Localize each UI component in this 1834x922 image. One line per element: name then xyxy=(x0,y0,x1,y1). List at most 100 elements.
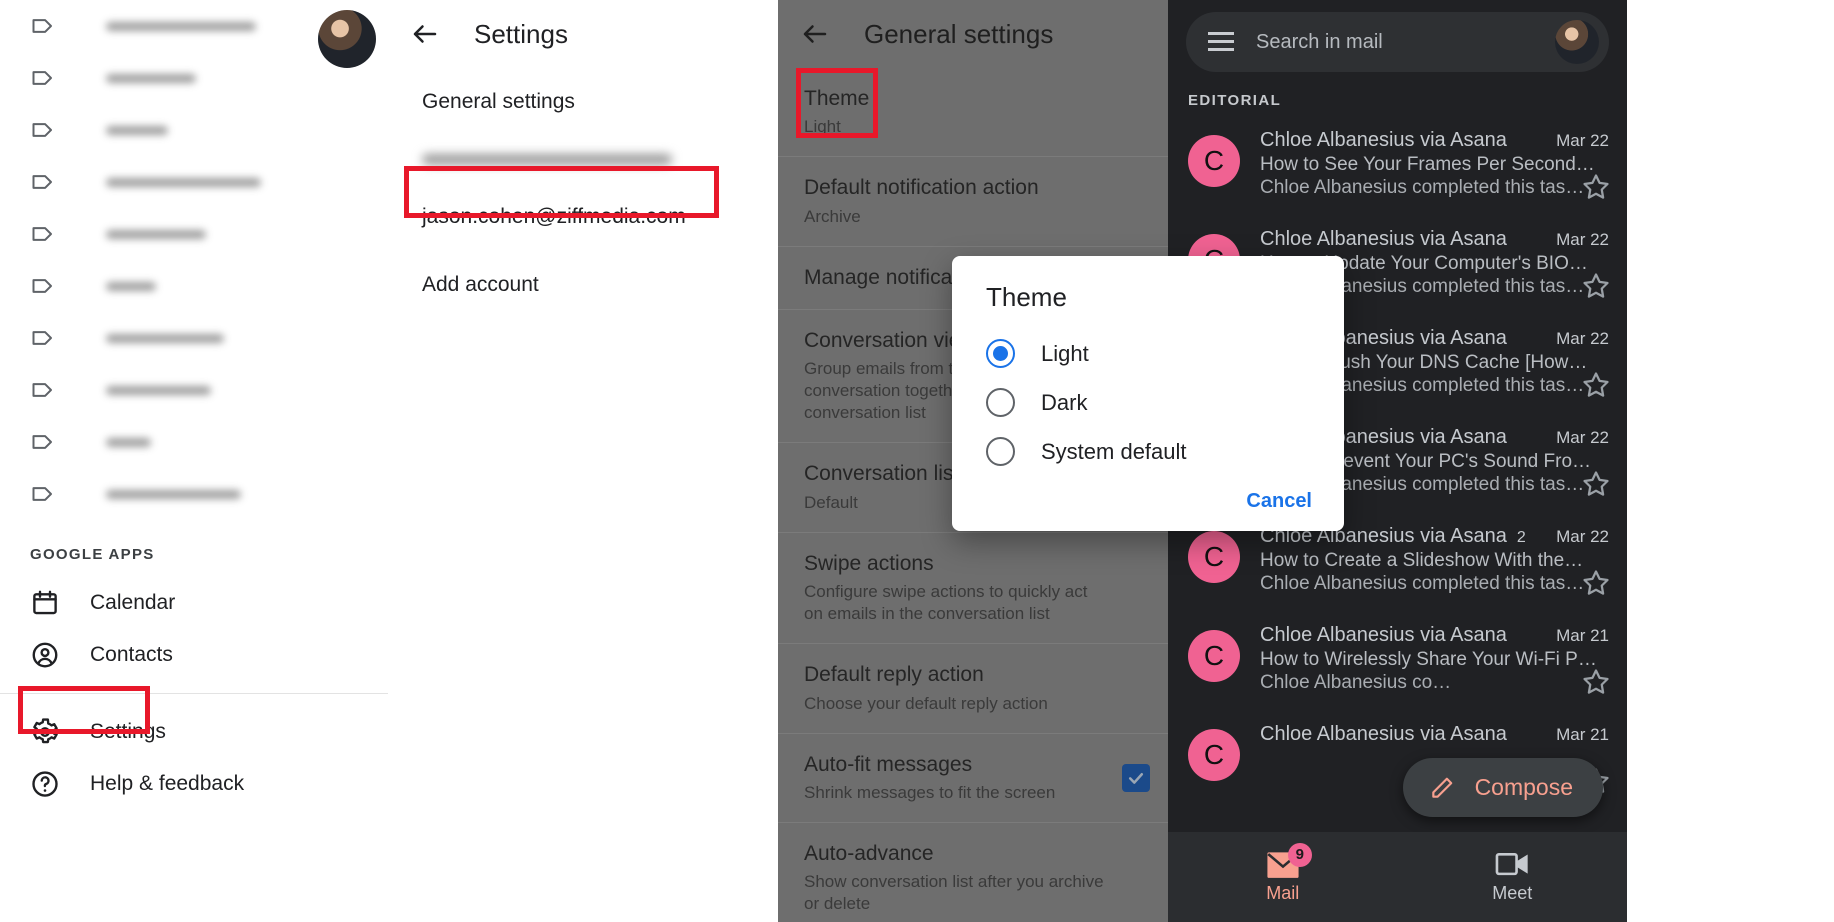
settings-highlight-box xyxy=(18,686,150,734)
general-settings-row-subtitle: Configure swipe actions to quickly act o… xyxy=(804,582,1088,624)
label-tag-icon xyxy=(30,480,58,508)
drawer-label-text-blurred xyxy=(106,73,196,83)
avatar[interactable]: C xyxy=(1188,531,1240,583)
label-tag-icon xyxy=(30,324,58,352)
radio-button[interactable] xyxy=(986,388,1015,417)
star-icon[interactable] xyxy=(1581,172,1611,202)
drawer-section-header-google-apps: GOOGLE APPS xyxy=(30,546,155,563)
settings-item-general[interactable]: General settings xyxy=(388,68,778,136)
drawer-label-text-blurred xyxy=(106,489,241,499)
compose-button[interactable]: Compose xyxy=(1402,758,1603,817)
search-bar[interactable]: Search in mail xyxy=(1186,12,1609,72)
general-settings-row[interactable]: Auto-advance Show conversation list after… xyxy=(778,823,1168,922)
avatar[interactable] xyxy=(318,10,376,68)
general-settings-row-title: Default reply action xyxy=(804,663,984,687)
mail-date: Mar 22 xyxy=(1556,230,1609,249)
mail-date: Mar 21 xyxy=(1556,725,1609,744)
general-settings-row-subtitle: Shrink messages to fit the screen xyxy=(804,782,1056,802)
settings-panel: Settings General settings jason.cohen@zi… xyxy=(388,0,778,922)
general-settings-appbar: General settings xyxy=(778,0,1168,68)
bottom-nav-item-mail[interactable]: 9 Mail xyxy=(1168,832,1398,922)
drawer-item-calendar-label: Calendar xyxy=(90,591,176,614)
theme-option-dark[interactable]: Dark xyxy=(952,378,1344,427)
mail-thread-count: 2 xyxy=(1516,529,1526,546)
back-arrow-icon[interactable] xyxy=(800,19,830,49)
theme-dialog-title: Theme xyxy=(986,282,1067,312)
drawer-label-item[interactable] xyxy=(0,416,388,468)
drawer-label-item[interactable] xyxy=(0,104,388,156)
bottom-nav-mail-label: Mail xyxy=(1266,882,1300,903)
general-settings-row-title: Default notification action xyxy=(804,176,1039,200)
general-settings-row[interactable]: Default reply action Choose your default … xyxy=(778,644,1168,734)
mail-snippet: Chloe Albanesius completed this tas… xyxy=(1260,177,1585,198)
mail-sender: Chloe Albanesius via Asana xyxy=(1260,624,1507,646)
general-settings-title: General settings xyxy=(864,18,1054,49)
hamburger-icon[interactable] xyxy=(1208,32,1234,52)
checkbox[interactable] xyxy=(1122,763,1150,792)
mail-list-item[interactable]: C Chloe Albanesius via Asana Mar 22 How … xyxy=(1168,117,1627,216)
settings-title: Settings xyxy=(474,18,568,49)
drawer-label-item[interactable] xyxy=(0,260,388,312)
star-icon[interactable] xyxy=(1581,370,1611,400)
general-settings-row[interactable]: Swipe actions Configure swipe actions to … xyxy=(778,533,1168,645)
theme-dialog: Theme Light Dark System default Cancel xyxy=(952,256,1344,531)
star-icon[interactable] xyxy=(1581,568,1611,598)
general-settings-row[interactable]: Default notification action Archive xyxy=(778,157,1168,247)
star-icon[interactable] xyxy=(1581,469,1611,499)
compose-label: Compose xyxy=(1474,774,1573,800)
avatar[interactable]: C xyxy=(1188,135,1240,187)
mail-list-item[interactable]: C Chloe Albanesius via Asana Mar 21 How … xyxy=(1168,612,1627,711)
general-settings-row-subtitle: Archive xyxy=(804,206,861,226)
drawer-label-item[interactable] xyxy=(0,156,388,208)
radio-button[interactable] xyxy=(986,437,1015,466)
avatar[interactable] xyxy=(1555,20,1599,64)
radio-button[interactable] xyxy=(986,339,1015,368)
account-email-highlight-box xyxy=(404,166,719,218)
mail-snippet: Chloe Albanesius co… xyxy=(1260,672,1452,693)
back-arrow-icon[interactable] xyxy=(410,19,440,49)
drawer-label-text-blurred xyxy=(106,281,156,291)
drawer-label-text-blurred xyxy=(106,229,206,239)
settings-item-add-account[interactable]: Add account xyxy=(388,251,778,319)
search-input[interactable]: Search in mail xyxy=(1256,31,1533,54)
drawer-item-help-feedback[interactable]: Help & feedback xyxy=(0,758,388,810)
theme-dialog-cancel-button[interactable]: Cancel xyxy=(952,476,1344,513)
pencil-icon xyxy=(1429,775,1455,801)
drawer-label-item[interactable] xyxy=(0,468,388,520)
bottom-nav-meet-label: Meet xyxy=(1492,882,1533,903)
theme-highlight-box xyxy=(796,68,878,138)
mail-subject: How to See Your Frames Per Second… xyxy=(1260,154,1595,175)
theme-option-label: Dark xyxy=(1041,389,1088,415)
drawer-item-contacts-label: Contacts xyxy=(90,643,173,666)
drawer-item-calendar[interactable]: Calendar xyxy=(0,577,388,629)
bottom-nav-item-meet[interactable]: Meet xyxy=(1398,832,1628,922)
drawer-label-text-blurred xyxy=(106,385,211,395)
avatar[interactable]: C xyxy=(1188,630,1240,682)
mail-icon: 9 xyxy=(1266,842,1312,878)
mail-sender: Chloe Albanesius via Asana xyxy=(1260,228,1507,250)
theme-option-label: System default xyxy=(1041,438,1187,464)
star-icon[interactable] xyxy=(1581,667,1611,697)
mail-item-body: Chloe Albanesius via Asana Mar 21 How to… xyxy=(1260,624,1609,699)
mail-unread-badge: 9 xyxy=(1287,842,1312,867)
theme-option-list: Light Dark System default xyxy=(952,329,1344,476)
star-icon[interactable] xyxy=(1581,271,1611,301)
avatar[interactable]: C xyxy=(1188,729,1240,781)
mail-subject: How to Wirelessly Share Your Wi-Fi P… xyxy=(1260,649,1597,670)
contacts-icon xyxy=(30,640,60,670)
settings-item-blurred-account[interactable] xyxy=(422,154,672,165)
drawer-label-item[interactable] xyxy=(0,208,388,260)
mail-snippet: Chloe Albanesius completed this tas… xyxy=(1260,573,1585,594)
theme-option-system-default[interactable]: System default xyxy=(952,427,1344,476)
drawer-label-item[interactable] xyxy=(0,364,388,416)
mail-item-body: Chloe Albanesius via Asana Mar 22 How to… xyxy=(1260,129,1609,204)
dark-section-header-editorial: EDITORIAL xyxy=(1188,92,1282,109)
drawer-label-text-blurred xyxy=(106,333,224,343)
theme-option-light[interactable]: Light xyxy=(952,329,1344,378)
drawer-label-item[interactable] xyxy=(0,312,388,364)
general-settings-row[interactable]: Auto-fit messages Shrink messages to fit … xyxy=(778,734,1168,823)
general-settings-row-subtitle: Choose your default reply action xyxy=(804,693,1048,713)
drawer-item-contacts[interactable]: Contacts xyxy=(0,629,388,681)
label-tag-icon xyxy=(30,168,58,196)
mail-sender: Chloe Albanesius via Asana xyxy=(1260,723,1507,745)
